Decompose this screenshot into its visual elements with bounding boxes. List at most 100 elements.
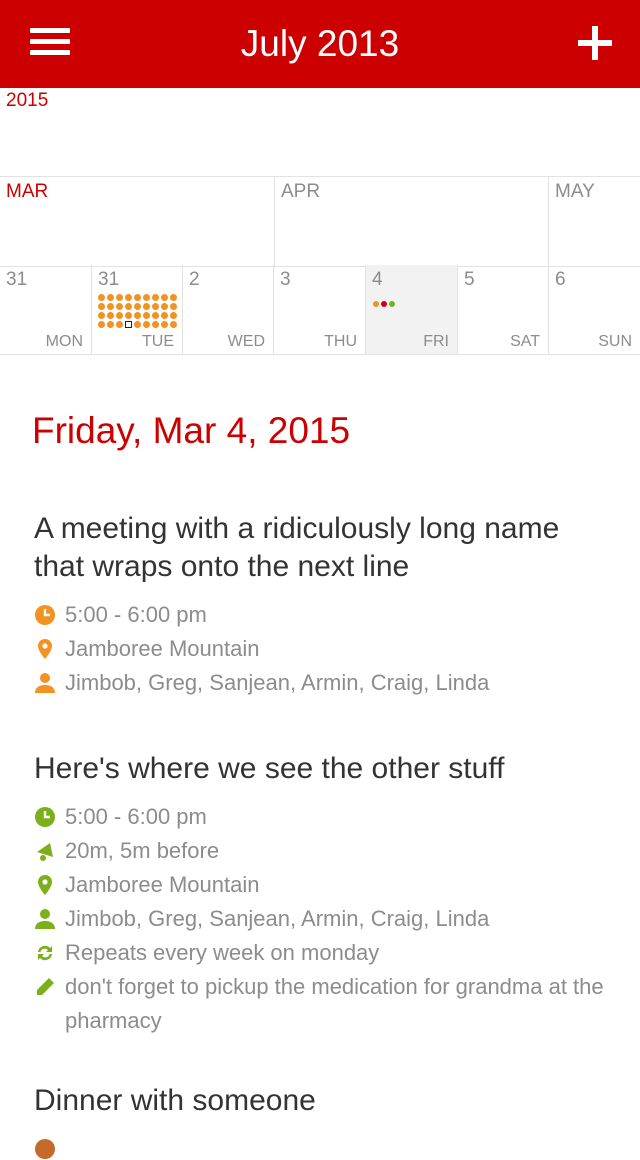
event-repeat: Repeats every week on monday <box>65 940 380 965</box>
event-dot <box>116 312 123 319</box>
event-dot <box>134 312 141 319</box>
event-title: Dinner with someone <box>34 1084 316 1117</box>
weekday-label: WED <box>227 333 265 350</box>
event-dot <box>170 321 177 328</box>
month-strip: MAR APR MAY <box>0 176 640 267</box>
day-cell-thu[interactable]: 3 THU <box>274 265 366 354</box>
day-cell-sun[interactable]: 6 SUN <box>549 265 640 354</box>
day-number: 31 <box>6 269 28 290</box>
event-attendees: Jimbob, Greg, Sanjean, Armin, Craig, Lin… <box>65 670 490 695</box>
event-dot <box>98 303 105 310</box>
event-dot <box>381 301 387 307</box>
weekday-label: MON <box>45 333 83 350</box>
event-dot <box>98 294 105 301</box>
event-card[interactable]: Here's where we see the other stuff 5:00… <box>34 750 614 1038</box>
selected-date-heading: Friday, Mar 4, 2015 <box>32 410 351 451</box>
event-dot <box>152 312 159 319</box>
day-cell-wed[interactable]: 2 WED <box>183 265 274 354</box>
day-number: 31 <box>98 269 120 290</box>
top-bar: July 2013 <box>0 0 640 88</box>
event-time-row: 5:00 - 6:00 pm <box>34 800 614 834</box>
event-dot <box>389 301 395 307</box>
add-event-icon[interactable] <box>578 26 612 60</box>
event-notes-row: don't forget to pickup the medication fo… <box>34 970 614 1038</box>
clock-icon <box>35 807 55 827</box>
bell-icon <box>37 843 53 861</box>
event-dot <box>170 294 177 301</box>
event-dots <box>98 294 182 330</box>
day-cell-mon[interactable]: 31 MON <box>0 265 92 354</box>
day-number: 5 <box>464 269 475 290</box>
event-time: 5:00 - 6:00 pm <box>65 804 207 829</box>
event-dot <box>152 303 159 310</box>
event-card[interactable]: Dinner with someone <box>34 1082 614 1159</box>
event-dot <box>116 303 123 310</box>
weekday-label: SUN <box>598 333 632 350</box>
event-time-row: 5:00 - 6:00 pm <box>34 598 614 632</box>
event-dot <box>125 303 132 310</box>
weekday-label: TUE <box>142 333 174 350</box>
event-dot <box>143 312 150 319</box>
event-location: Jamboree Mountain <box>65 872 260 897</box>
page-title: July 2013 <box>240 23 400 64</box>
day-number: 3 <box>280 269 291 290</box>
event-attendees-row: Jimbob, Greg, Sanjean, Armin, Craig, Lin… <box>34 902 614 936</box>
event-dot <box>161 294 168 301</box>
event-location-row: Jamboree Mountain <box>34 868 614 902</box>
event-card[interactable]: A meeting with a ridiculously long name … <box>34 510 614 700</box>
location-pin-icon <box>38 639 52 659</box>
event-dot <box>161 321 168 328</box>
month-mar[interactable]: MAR <box>0 177 275 266</box>
event-dot <box>116 321 123 328</box>
event-time: 5:00 - 6:00 pm <box>65 602 207 627</box>
event-alert-row: 20m, 5m before <box>34 834 614 868</box>
event-location-row: Jamboree Mountain <box>34 632 614 666</box>
event-dot <box>125 312 132 319</box>
event-dot <box>152 294 159 301</box>
event-dot <box>170 312 177 319</box>
event-dot <box>125 294 132 301</box>
event-location: Jamboree Mountain <box>65 636 260 661</box>
event-attendees-row: Jimbob, Greg, Sanjean, Armin, Craig, Lin… <box>34 666 614 700</box>
pencil-icon <box>37 978 54 995</box>
event-dot <box>134 303 141 310</box>
event-attendees: Jimbob, Greg, Sanjean, Armin, Craig, Lin… <box>65 906 490 931</box>
clock-icon <box>35 605 55 625</box>
month-may[interactable]: MAY <box>549 177 640 266</box>
event-title: A meeting with a ridiculously long name … <box>34 512 560 583</box>
day-cell-fri[interactable]: 4 FRI <box>366 265 458 354</box>
event-dot <box>107 321 114 328</box>
event-dot <box>143 303 150 310</box>
event-repeat-row: Repeats every week on monday <box>34 936 614 970</box>
event-dot <box>170 303 177 310</box>
day-number: 2 <box>189 269 200 290</box>
day-cell-sat[interactable]: 5 SAT <box>458 265 549 354</box>
day-cell-tue[interactable]: 31 TUE <box>92 265 183 354</box>
event-alert: 20m, 5m before <box>65 838 220 863</box>
event-dot <box>107 294 114 301</box>
weekday-label: SAT <box>510 333 540 350</box>
event-dot <box>107 303 114 310</box>
day-number: 6 <box>555 269 566 290</box>
year-label[interactable]: 2015 <box>6 90 48 112</box>
event-dot <box>134 294 141 301</box>
event-dot <box>98 321 105 328</box>
event-dot <box>98 312 105 319</box>
event-dot <box>116 294 123 301</box>
repeat-icon <box>38 945 52 961</box>
event-dot <box>161 303 168 310</box>
day-number: 4 <box>372 269 383 290</box>
event-dot <box>373 301 379 307</box>
person-icon <box>35 909 55 929</box>
event-dot <box>143 294 150 301</box>
event-notes: don't forget to pickup the medication fo… <box>65 974 604 1033</box>
clock-icon <box>35 1139 55 1159</box>
weekday-label: FRI <box>423 333 449 350</box>
event-dots <box>373 294 397 312</box>
location-pin-icon <box>38 875 52 895</box>
event-dot <box>152 321 159 328</box>
event-dot <box>107 312 114 319</box>
event-dot <box>161 312 168 319</box>
event-dot <box>143 321 150 328</box>
month-apr[interactable]: APR <box>275 177 549 266</box>
